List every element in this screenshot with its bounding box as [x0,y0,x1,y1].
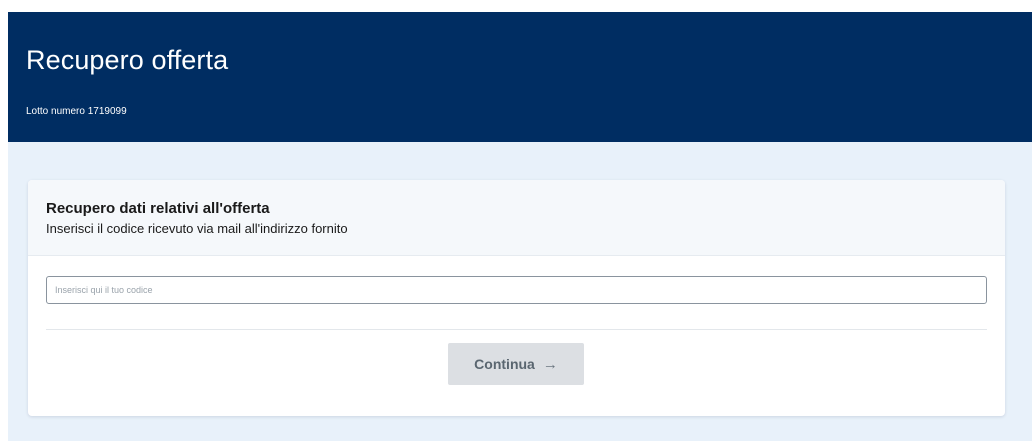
divider [46,329,987,330]
card-header: Recupero dati relativi all'offerta Inser… [28,180,1005,256]
page-header: Recupero offerta Lotto numero 1719099 [8,12,1032,142]
arrow-right-icon: → [542,355,558,373]
offer-recovery-card: Recupero dati relativi all'offerta Inser… [28,180,1005,416]
lot-number-label: Lotto numero 1719099 [26,106,127,117]
page-title: Recupero offerta [26,45,229,75]
continue-button[interactable]: Continua → [448,343,584,385]
card-title: Recupero dati relativi all'offerta [46,200,270,217]
page: Recupero offerta Lotto numero 1719099 Re… [0,0,1032,441]
card-subtitle: Inserisci il codice ricevuto via mail al… [46,221,348,236]
code-input[interactable] [46,276,987,304]
continue-button-label: Continua [474,356,535,372]
